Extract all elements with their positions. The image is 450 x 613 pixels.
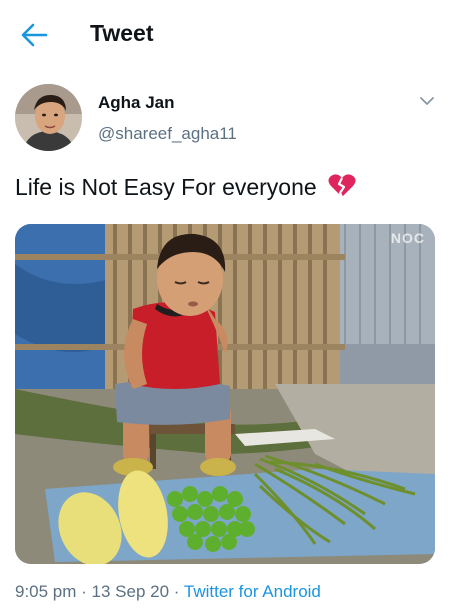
tweet-time[interactable]: 9:05 pm: [15, 582, 76, 601]
tweet-photo[interactable]: NOC: [15, 224, 435, 564]
image-watermark: NOC: [390, 230, 425, 246]
page-title: Tweet: [90, 20, 154, 46]
meta-separator: ·: [169, 582, 184, 601]
tweet-date[interactable]: 13 Sep 20: [92, 582, 170, 601]
header: Tweet: [0, 0, 450, 70]
tweet-text: Life is Not Easy For everyone: [15, 172, 357, 202]
author-handle[interactable]: @shareef_agha11: [98, 124, 237, 144]
meta-separator: ·: [76, 582, 92, 601]
chevron-down-icon[interactable]: [418, 92, 436, 110]
author-display-name[interactable]: Agha Jan: [98, 93, 175, 113]
avatar[interactable]: [15, 84, 82, 151]
back-arrow-icon[interactable]: [20, 22, 48, 48]
tweet-metadata: 9:05 pm · 13 Sep 20 · Twitter for Androi…: [15, 582, 321, 602]
broken-heart-icon: [328, 174, 356, 198]
tweet-source-link[interactable]: Twitter for Android: [184, 582, 321, 601]
tweet-text-content: Life is Not Easy For everyone: [15, 174, 317, 200]
